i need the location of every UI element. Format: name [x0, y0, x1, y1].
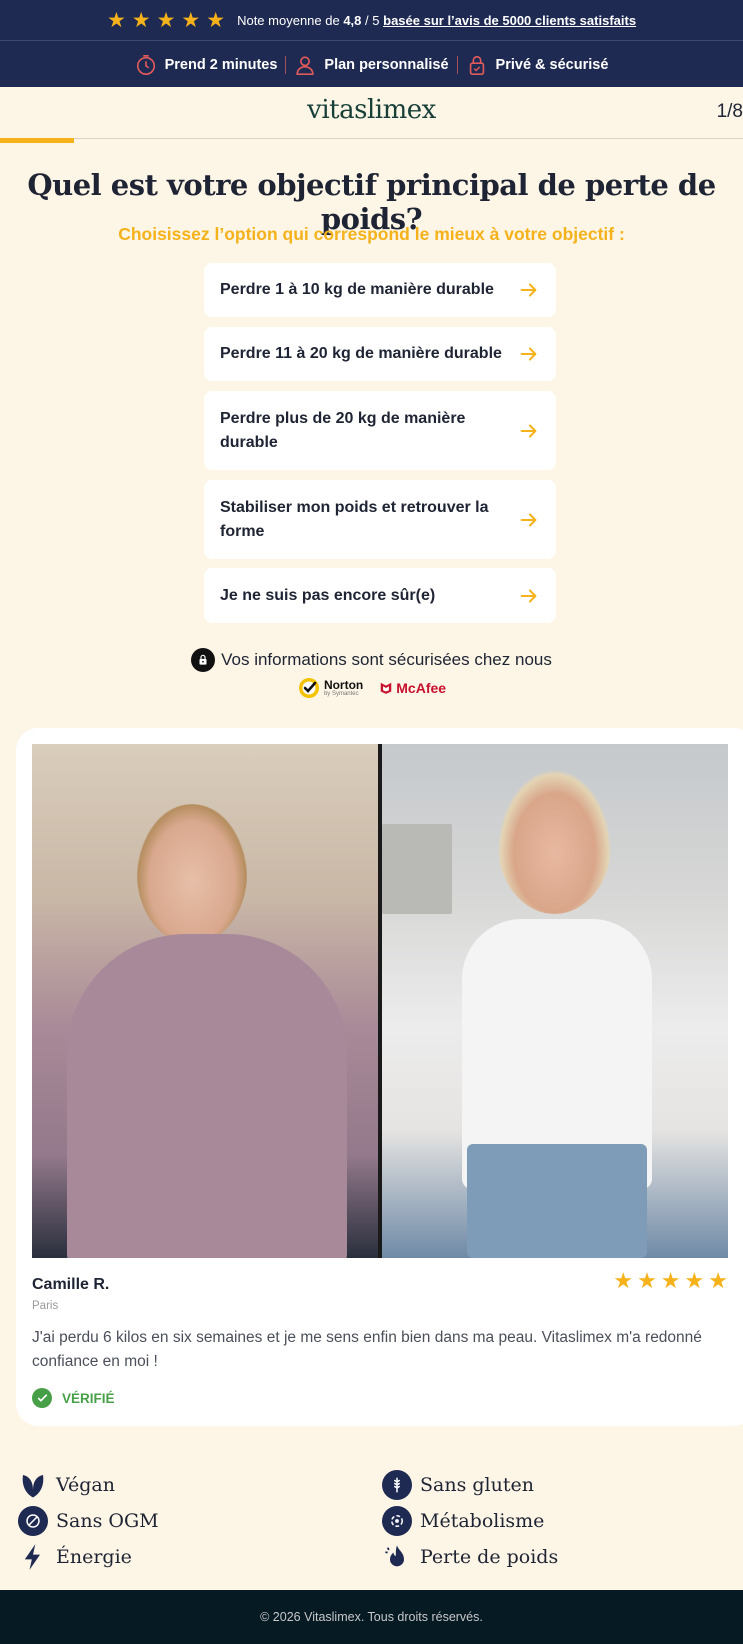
option-1-10kg[interactable]: Perdre 1 à 10 kg de manière durable — [204, 263, 556, 317]
question-subtitle: Choisissez l’option qui correspond le mi… — [118, 224, 625, 244]
features-row: Prend 2 minutes Plan personnalisé Privé … — [0, 42, 743, 87]
copyright-text: © 2026 Vitaslimex. Tous droits réservés. — [260, 1610, 483, 1624]
star-icon: ★ — [708, 1268, 728, 1293]
benefit-gluten-free: Sans gluten — [382, 1470, 534, 1500]
rating-row: ★ ★ ★ ★ ★ Note moyenne de 4,8 / 5 basée … — [0, 0, 743, 40]
star-icon: ★ — [660, 1268, 681, 1293]
flame-icon — [382, 1542, 412, 1572]
option-label: Perdre plus de 20 kg de manière durable — [220, 409, 466, 451]
arrow-right-icon — [520, 347, 537, 361]
security-notice: Vos informations sont sécurisées chez no… — [0, 648, 743, 672]
top-trust-bar: ★ ★ ★ ★ ★ Note moyenne de 4,8 / 5 basée … — [0, 0, 743, 87]
option-20kg-plus[interactable]: Perdre plus de 20 kg de manière durable — [204, 391, 556, 470]
padlock-icon — [469, 55, 484, 75]
mcafee-shield-icon — [381, 682, 392, 694]
security-badges: Norton by Symantec McAfee — [0, 676, 743, 700]
testimonial-card: Camille R. Paris ★ ★ ★ ★ ★ J'ai perdu 6 … — [16, 728, 743, 1426]
benefit-non-gmo: Sans OGM — [18, 1506, 159, 1536]
review-stars: ★ ★ ★ ★ ★ — [613, 1268, 728, 1294]
arrow-right-icon — [520, 283, 537, 297]
step-counter: 1/8 — [716, 101, 743, 122]
wheat-icon — [382, 1470, 412, 1500]
reviews-link[interactable]: basée sur l’avis de 5000 clients satisfa… — [383, 13, 636, 28]
benefit-weight-loss: Perte de poids — [382, 1542, 558, 1572]
star-icon: ★ — [106, 8, 126, 32]
option-label: Perdre 1 à 10 kg de manière durable — [220, 281, 494, 298]
star-icon: ★ — [684, 1268, 705, 1293]
logo[interactable]: vitaslimex — [0, 95, 743, 125]
reviewer-name: Camille R. — [32, 1276, 110, 1293]
review-text: J'ai perdu 6 kilos en six semaines et je… — [32, 1329, 702, 1371]
rating-text: Note moyenne de 4,8 / 5 basée sur l’avis… — [237, 12, 637, 28]
before-after-photo — [32, 744, 728, 1258]
divider — [0, 40, 743, 41]
progress-bar — [0, 138, 74, 143]
separator — [285, 55, 287, 74]
rating-value: 4,8 — [343, 12, 362, 28]
option-label: Perdre 11 à 20 kg de manière durable — [220, 345, 502, 362]
star-icon: ★ — [637, 1268, 657, 1293]
site-header: vitaslimex 1/8 — [0, 87, 743, 139]
no-gmo-icon — [18, 1506, 48, 1536]
user-icon — [296, 55, 315, 75]
option-unsure[interactable]: Je ne suis pas encore sûr(e) — [204, 568, 556, 623]
option-label: Je ne suis pas encore sûr(e) — [220, 586, 436, 604]
leaf-icon — [18, 1470, 48, 1500]
separator — [456, 55, 458, 74]
star-icon: ★ — [156, 8, 176, 32]
check-circle-icon — [32, 1388, 52, 1408]
site-footer: © 2026 Vitaslimex. Tous droits réservés. — [0, 1590, 743, 1644]
feature-private: Privé & sécurisé — [466, 54, 608, 76]
star-icon: ★ — [131, 8, 151, 32]
feature-duration: Prend 2 minutes — [135, 54, 277, 76]
option-label: Stabiliser mon poids et retrouver la for… — [220, 498, 489, 540]
star-icon: ★ — [181, 8, 201, 32]
benefit-vegan: Végan — [18, 1470, 115, 1500]
arrow-right-icon — [520, 588, 537, 603]
feature-personalized: Plan personnalisé — [294, 54, 449, 76]
timer-icon — [136, 54, 155, 75]
arrow-right-icon — [520, 423, 537, 438]
arrow-right-icon — [520, 512, 537, 527]
before-photo — [32, 744, 378, 1258]
benefit-metabolism: Métabolisme — [382, 1506, 544, 1536]
option-stabilize[interactable]: Stabiliser mon poids et retrouver la for… — [204, 480, 556, 559]
lightning-icon — [18, 1542, 48, 1572]
verified-badge: VÉRIFIÉ — [32, 1388, 115, 1408]
star-icon: ★ — [613, 1268, 634, 1293]
after-photo — [382, 744, 728, 1258]
norton-check-icon — [298, 678, 319, 698]
benefit-energy: Énergie — [18, 1542, 132, 1572]
lock-icon — [191, 648, 216, 672]
option-11-20kg[interactable]: Perdre 11 à 20 kg de manière durable — [204, 327, 556, 381]
metabolism-icon — [382, 1506, 412, 1536]
norton-badge: Norton by Symantec — [297, 676, 363, 700]
star-icon: ★ — [206, 8, 226, 32]
mcafee-badge: McAfee — [379, 680, 446, 696]
reviewer-city: Paris — [32, 1300, 59, 1312]
rating-stars: ★ ★ ★ ★ ★ — [107, 10, 225, 31]
